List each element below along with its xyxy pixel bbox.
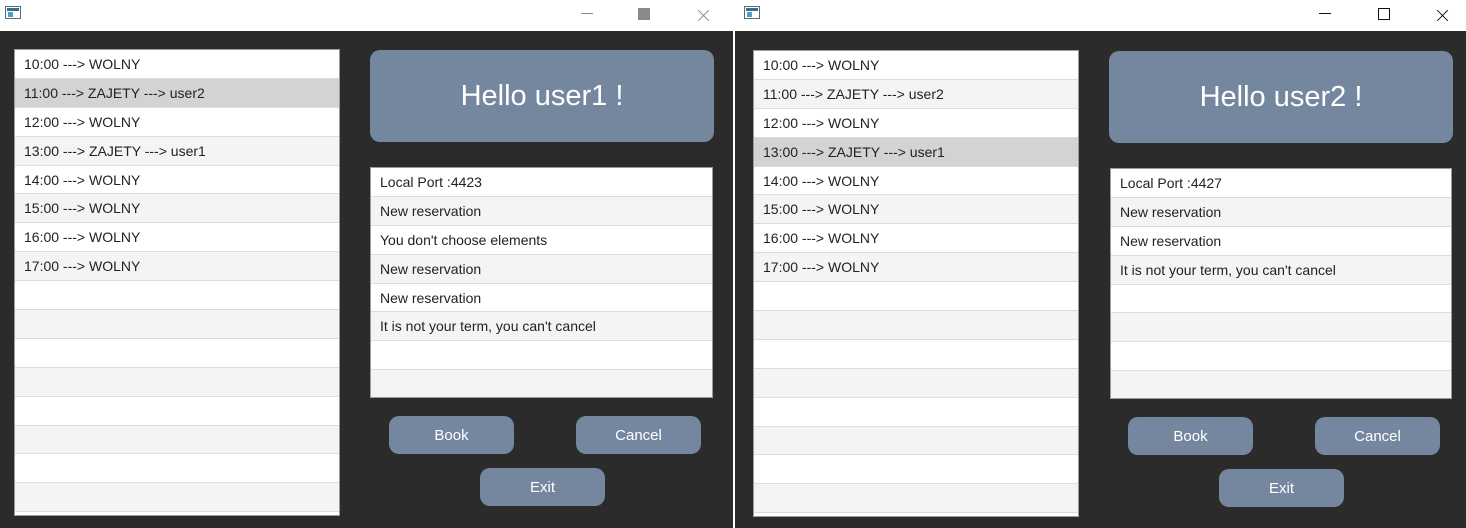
close-icon[interactable] [680, 0, 726, 31]
list-item[interactable] [15, 397, 339, 426]
list-item[interactable]: 17:00 ---> WOLNY [15, 252, 339, 282]
minimize-icon[interactable] [564, 0, 610, 31]
list-item[interactable] [15, 281, 339, 311]
list-item[interactable]: 12:00 ---> WOLNY [15, 108, 339, 137]
list-item[interactable]: It is not your term, you can't cancel [1111, 255, 1451, 285]
list-item[interactable]: Local Port :4427 [1111, 169, 1451, 198]
greeting-banner: Hello user1 ! [370, 50, 714, 142]
list-item[interactable] [754, 455, 1078, 485]
list-item[interactable] [1111, 285, 1451, 314]
message-log-list[interactable]: Local Port :4423 New reservation You don't… [370, 167, 713, 398]
list-item[interactable]: 15:00 ---> WOLNY [754, 195, 1078, 225]
exit-button[interactable]: Exit [480, 468, 605, 506]
app-icon [5, 6, 21, 19]
list-item[interactable]: 15:00 ---> WOLNY [15, 194, 339, 224]
list-item[interactable]: 14:00 ---> WOLNY [15, 166, 339, 195]
list-item[interactable] [15, 483, 339, 513]
client-window-user1: 10:00 ---> WOLNY 11:00 ---> ZAJETY ---> u… [0, 0, 733, 528]
cancel-button[interactable]: Cancel [1315, 417, 1440, 455]
exit-button[interactable]: Exit [1219, 469, 1344, 507]
list-item[interactable]: New reservation [371, 196, 712, 226]
time-slot-list[interactable]: 10:00 ---> WOLNY 11:00 ---> ZAJETY ---> u… [753, 50, 1079, 517]
list-item[interactable] [1111, 371, 1451, 398]
list-item[interactable]: New reservation [1111, 197, 1451, 227]
list-item[interactable] [754, 282, 1078, 312]
list-item[interactable] [15, 310, 339, 339]
list-item[interactable]: 11:00 ---> ZAJETY ---> user2 [15, 78, 339, 108]
minimize-icon[interactable] [1302, 0, 1348, 31]
list-item[interactable]: 13:00 ---> ZAJETY ---> user1 [15, 136, 339, 166]
list-item[interactable]: 11:00 ---> ZAJETY ---> user2 [754, 79, 1078, 109]
list-item[interactable]: 10:00 ---> WOLNY [754, 51, 1078, 80]
list-item[interactable] [754, 484, 1078, 514]
list-item[interactable] [371, 370, 712, 397]
list-item[interactable] [754, 368, 1078, 398]
list-item[interactable] [1111, 342, 1451, 372]
list-item[interactable] [1111, 313, 1451, 343]
list-item[interactable]: 16:00 ---> WOLNY [15, 223, 339, 253]
list-item[interactable]: It is not your term, you can't cancel [371, 312, 712, 342]
cancel-button[interactable]: Cancel [576, 416, 701, 454]
list-item[interactable]: 16:00 ---> WOLNY [754, 224, 1078, 254]
list-item[interactable]: 12:00 ---> WOLNY [754, 109, 1078, 138]
greeting-banner: Hello user2 ! [1109, 51, 1453, 143]
message-log-list[interactable]: Local Port :4427 New reservation New reser… [1110, 168, 1452, 399]
list-item[interactable] [754, 426, 1078, 456]
book-button[interactable]: Book [389, 416, 514, 454]
list-item[interactable]: New reservation [1111, 227, 1451, 256]
list-item[interactable] [15, 367, 339, 397]
list-item[interactable]: 17:00 ---> WOLNY [754, 253, 1078, 283]
list-item[interactable]: You don't choose elements [371, 226, 712, 255]
list-item[interactable] [15, 454, 339, 484]
maximize-icon[interactable] [621, 0, 667, 31]
list-item[interactable] [754, 311, 1078, 340]
list-item[interactable] [15, 425, 339, 455]
list-item[interactable]: 13:00 ---> ZAJETY ---> user1 [754, 137, 1078, 167]
title-bar[interactable] [735, 0, 1466, 31]
list-item[interactable]: Local Port :4423 [371, 168, 712, 197]
list-item[interactable]: New reservation [371, 284, 712, 313]
title-bar[interactable] [0, 0, 733, 31]
list-item[interactable]: New reservation [371, 254, 712, 284]
app-icon [744, 6, 760, 19]
list-item[interactable]: 10:00 ---> WOLNY [15, 50, 339, 79]
list-item[interactable] [754, 340, 1078, 369]
list-item[interactable]: 14:00 ---> WOLNY [754, 167, 1078, 196]
close-icon[interactable] [1419, 0, 1465, 31]
list-item[interactable] [15, 339, 339, 368]
client-window-user2: 10:00 ---> WOLNY 11:00 ---> ZAJETY ---> u… [735, 0, 1466, 528]
list-item[interactable] [754, 398, 1078, 427]
book-button[interactable]: Book [1128, 417, 1253, 455]
maximize-icon[interactable] [1361, 0, 1407, 31]
time-slot-list[interactable]: 10:00 ---> WOLNY 11:00 ---> ZAJETY ---> u… [14, 49, 340, 516]
list-item[interactable] [371, 341, 712, 371]
